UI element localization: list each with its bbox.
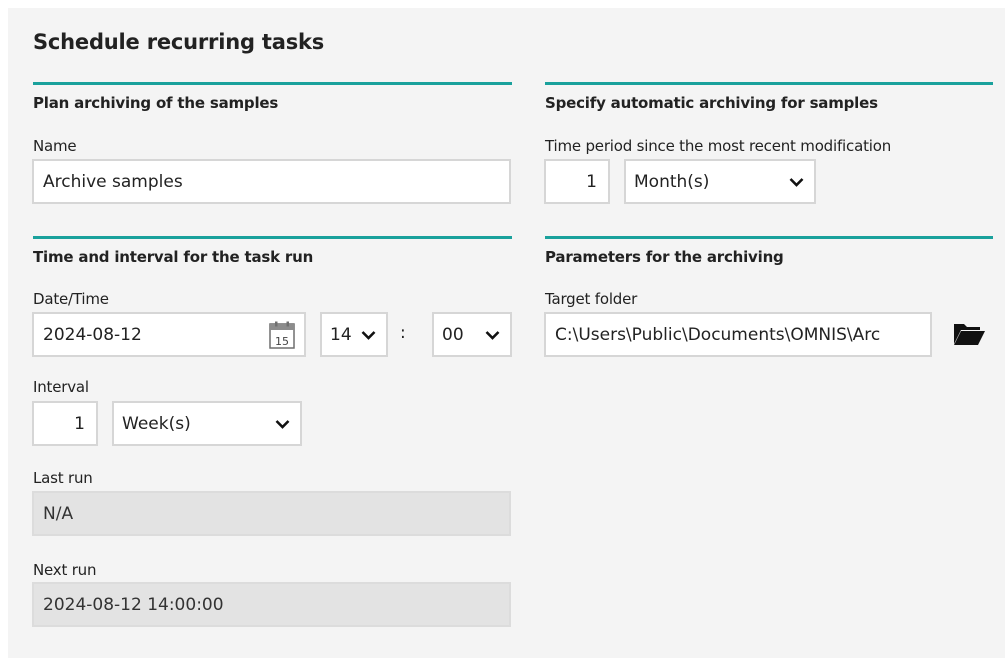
section-divider <box>545 82 993 85</box>
hour-value: 14 <box>330 324 352 345</box>
folder-open-icon[interactable] <box>952 320 986 346</box>
period-unit-value: Month(s) <box>634 171 710 192</box>
section-divider <box>33 236 512 239</box>
params-section-heading: Parameters for the archiving <box>545 248 784 266</box>
minute-value: 00 <box>442 324 464 345</box>
chevron-down-icon <box>485 330 500 340</box>
last-run-field: N/A <box>32 491 511 536</box>
interval-input[interactable] <box>32 401 98 446</box>
next-run-field: 2024-08-12 14:00:00 <box>32 582 511 627</box>
interval-label: Interval <box>33 378 89 396</box>
section-divider <box>33 82 512 85</box>
time-separator: : <box>400 323 406 343</box>
next-run-value: 2024-08-12 14:00:00 <box>43 594 224 615</box>
chevron-down-icon <box>275 419 290 429</box>
period-input[interactable] <box>544 159 610 204</box>
calendar-icon[interactable]: 15 <box>269 321 295 349</box>
period-label: Time period since the most recent modifi… <box>545 137 891 155</box>
page-title: Schedule recurring tasks <box>33 30 325 54</box>
last-run-value: N/A <box>43 503 74 524</box>
period-unit-select[interactable]: Month(s) <box>624 159 816 204</box>
plan-section-heading: Plan archiving of the samples <box>33 94 279 112</box>
datetime-label: Date/Time <box>33 290 109 308</box>
section-divider <box>545 236 993 239</box>
interval-unit-select[interactable]: Week(s) <box>112 401 302 446</box>
name-input[interactable] <box>32 159 511 204</box>
auto-section-heading: Specify automatic archiving for samples <box>545 94 878 112</box>
date-picker[interactable]: 2024-08-12 15 <box>32 312 306 357</box>
chevron-down-icon <box>789 177 804 187</box>
name-label: Name <box>33 137 77 155</box>
chevron-down-icon <box>361 330 376 340</box>
last-run-label: Last run <box>33 469 93 487</box>
date-value: 2024-08-12 <box>43 324 142 345</box>
target-folder-value: C:\Users\Public\Documents\OMNIS\Arc <box>555 324 881 345</box>
target-folder-field[interactable]: C:\Users\Public\Documents\OMNIS\Arc <box>544 312 932 357</box>
target-folder-label: Target folder <box>545 290 638 308</box>
interval-unit-value: Week(s) <box>122 413 191 434</box>
hour-select[interactable]: 14 <box>320 312 388 357</box>
minute-select[interactable]: 00 <box>432 312 512 357</box>
next-run-label: Next run <box>33 561 97 579</box>
svg-text:15: 15 <box>275 335 289 348</box>
time-section-heading: Time and interval for the task run <box>33 248 314 266</box>
